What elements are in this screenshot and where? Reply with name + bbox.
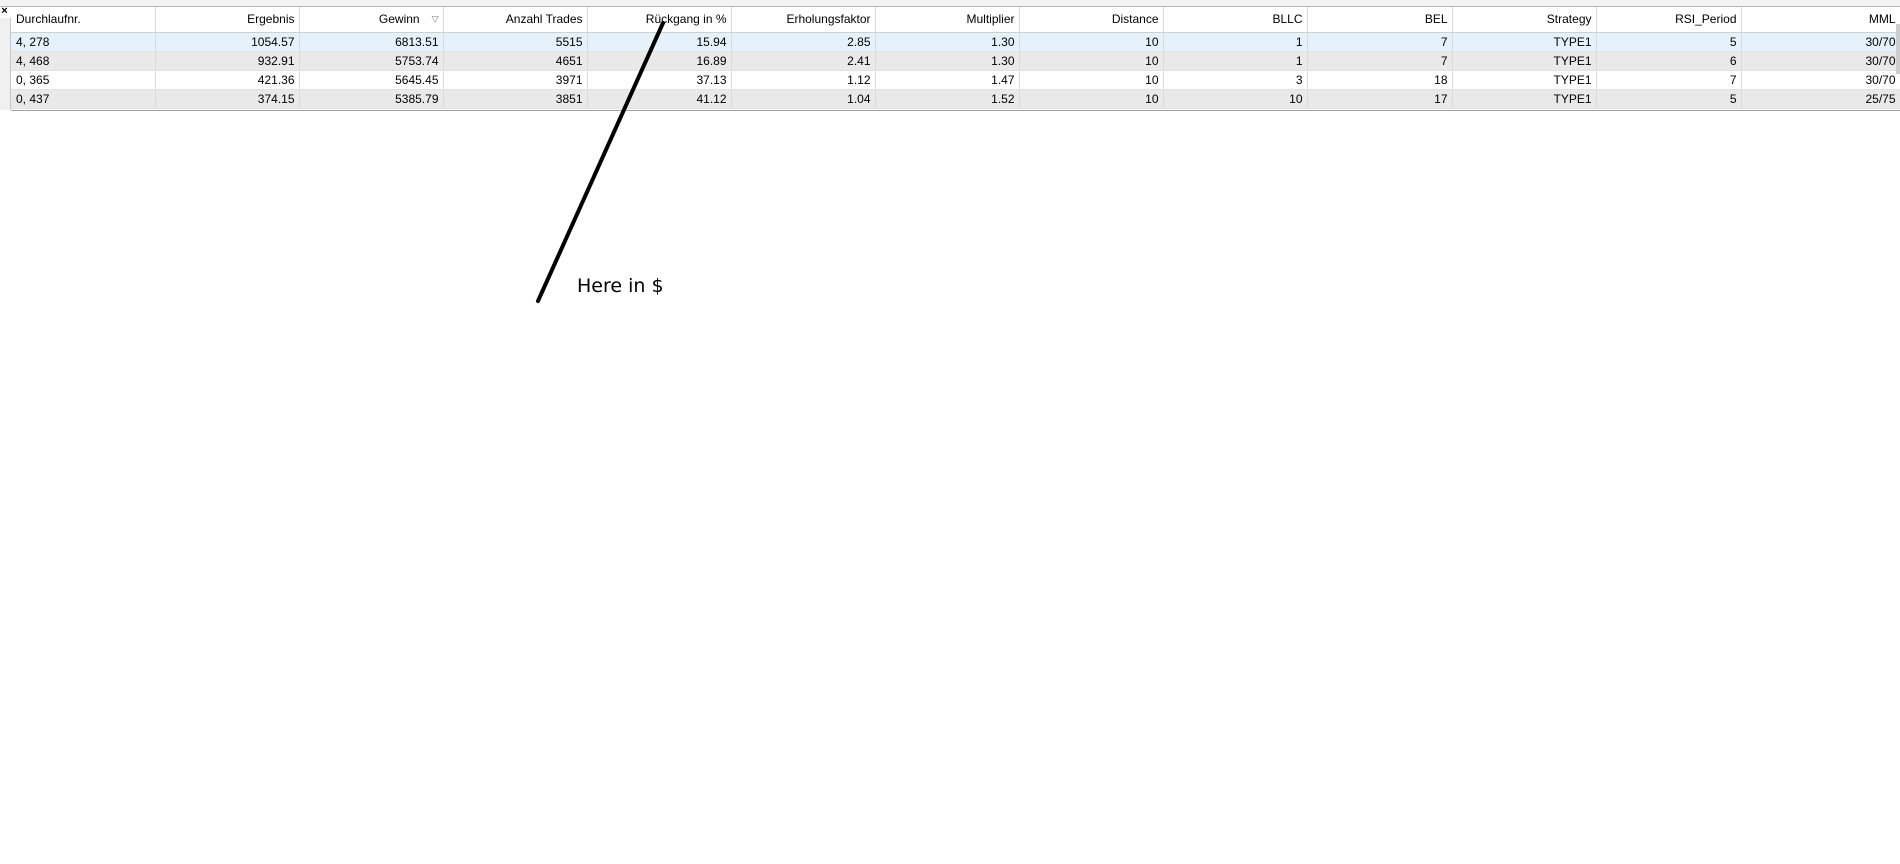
column-header-gewinn[interactable]: Gewinn ▽ — [299, 7, 444, 33]
cell-strategy: TYPE1 — [1452, 89, 1597, 109]
cell-run: 0, 365 — [11, 70, 156, 90]
column-header-label: MML — [1868, 12, 1896, 27]
column-header-bel[interactable]: BEL — [1307, 7, 1453, 33]
column-header-ergebnis[interactable]: Ergebnis — [155, 7, 300, 33]
cell-ergebnis: 932.91 — [155, 51, 300, 71]
column-header-label: RSI_Period — [1675, 12, 1737, 27]
cell-trades: 4651 — [443, 51, 588, 71]
cell-rsi: 6 — [1596, 51, 1742, 71]
cell-distance: 10 — [1019, 32, 1164, 52]
table-row[interactable]: 0, 365 421.36 5645.45 3971 37.13 1.12 1.47 10 3 1… — [11, 70, 1900, 90]
cell-mml: 30/70 — [1741, 32, 1900, 52]
cell-gewinn: 5385.79 — [299, 89, 444, 109]
cell-ergebnis: 421.36 — [155, 70, 300, 90]
cell-run: 4, 278 — [11, 32, 156, 52]
window-top-border — [0, 0, 1900, 7]
column-header-strategy[interactable]: Strategy — [1452, 7, 1597, 33]
left-gutter — [0, 18, 11, 110]
cell-run: 4, 468 — [11, 51, 156, 71]
column-header-multiplier[interactable]: Multiplier — [875, 7, 1020, 33]
cell-multiplier: 1.52 — [875, 89, 1020, 109]
cell-bel: 18 — [1307, 70, 1453, 90]
column-header-trades[interactable]: Anzahl Trades — [443, 7, 588, 33]
cell-trades: 3971 — [443, 70, 588, 90]
cell-multiplier: 1.30 — [875, 32, 1020, 52]
column-header-label: BEL — [1424, 12, 1448, 27]
sort-descending-icon: ▽ — [431, 14, 439, 25]
column-header-label: Erholungsfaktor — [786, 12, 871, 27]
cell-bllc: 10 — [1163, 89, 1308, 109]
column-header-label: Durchlaufnr. — [16, 12, 81, 27]
cell-mml: 30/70 — [1741, 51, 1900, 71]
cell-erholung: 1.04 — [731, 89, 876, 109]
close-icon[interactable]: × — [0, 5, 9, 18]
cell-strategy: TYPE1 — [1452, 70, 1597, 90]
column-header-label: Ergebnis — [247, 12, 295, 27]
column-header-mml[interactable]: MML — [1741, 7, 1900, 33]
column-header-rsi[interactable]: RSI_Period — [1596, 7, 1742, 33]
cell-ergebnis: 1054.57 — [155, 32, 300, 52]
cell-multiplier: 1.47 — [875, 70, 1020, 90]
cell-strategy: TYPE1 — [1452, 51, 1597, 71]
cell-multiplier: 1.30 — [875, 51, 1020, 71]
column-header-distance[interactable]: Distance — [1019, 7, 1164, 33]
column-header-label: Strategy — [1546, 12, 1592, 27]
column-header-label: Anzahl Trades — [505, 12, 583, 27]
cell-erholung: 2.85 — [731, 32, 876, 52]
column-header-run[interactable]: Durchlaufnr. — [11, 7, 156, 33]
vertical-scrollbar[interactable] — [1896, 24, 1900, 74]
cell-trades: 5515 — [443, 32, 588, 52]
cell-rueckgang: 15.94 — [587, 32, 732, 52]
optimization-results-table: Durchlaufnr. Ergebnis Gewinn ▽ Anzahl Trades… — [11, 7, 1900, 109]
table-row[interactable]: 4, 468 932.91 5753.74 4651 16.89 2.41 1.30 10 1 7… — [11, 51, 1900, 71]
annotation-label: Here in $ — [577, 275, 664, 297]
cell-rsi: 7 — [1596, 70, 1742, 90]
cell-distance: 10 — [1019, 89, 1164, 109]
cell-rueckgang: 41.12 — [587, 89, 732, 109]
cell-gewinn: 6813.51 — [299, 32, 444, 52]
cell-bel: 17 — [1307, 89, 1453, 109]
cell-bel: 7 — [1307, 32, 1453, 52]
column-header-rueckgang[interactable]: Rückgang in % — [587, 7, 732, 33]
table-body: 4, 278 1054.57 6813.51 5515 15.94 2.85 1.30 10 1… — [11, 32, 1900, 109]
table-header-row: Durchlaufnr. Ergebnis Gewinn ▽ Anzahl Trades… — [11, 7, 1900, 33]
cell-rsi: 5 — [1596, 89, 1742, 109]
cell-mml: 25/75 — [1741, 89, 1900, 109]
cell-bllc: 3 — [1163, 70, 1308, 90]
column-header-erholung[interactable]: Erholungsfaktor — [731, 7, 876, 33]
cell-bel: 7 — [1307, 51, 1453, 71]
cell-run: 0, 437 — [11, 89, 156, 109]
cell-rueckgang: 37.13 — [587, 70, 732, 90]
column-header-label: Distance — [1111, 12, 1159, 27]
cell-bllc: 1 — [1163, 51, 1308, 71]
column-header-bllc[interactable]: BLLC — [1163, 7, 1308, 33]
cell-bllc: 1 — [1163, 32, 1308, 52]
column-header-label: Gewinn — [378, 12, 420, 27]
cell-erholung: 1.12 — [731, 70, 876, 90]
cell-ergebnis: 374.15 — [155, 89, 300, 109]
cell-distance: 10 — [1019, 70, 1164, 90]
column-header-label: BLLC — [1272, 12, 1303, 27]
cell-gewinn: 5753.74 — [299, 51, 444, 71]
table-row[interactable]: 0, 437 374.15 5385.79 3851 41.12 1.04 1.52 10 10… — [11, 89, 1900, 109]
optimization-results-table-container: Durchlaufnr. Ergebnis Gewinn ▽ Anzahl Trades… — [11, 7, 1900, 111]
cell-distance: 10 — [1019, 51, 1164, 71]
annotation-arrow-line — [536, 21, 665, 303]
cell-mml: 30/70 — [1741, 70, 1900, 90]
cell-rueckgang: 16.89 — [587, 51, 732, 71]
screenshot-root: × Durchlaufnr. Ergebnis Gewinn ▽ Anzahl Trad… — [0, 0, 1900, 864]
column-header-label: Multiplier — [966, 12, 1015, 27]
cell-erholung: 2.41 — [731, 51, 876, 71]
cell-gewinn: 5645.45 — [299, 70, 444, 90]
cell-rsi: 5 — [1596, 32, 1742, 52]
table-row[interactable]: 4, 278 1054.57 6813.51 5515 15.94 2.85 1.30 10 1… — [11, 32, 1900, 52]
cell-strategy: TYPE1 — [1452, 32, 1597, 52]
column-header-label: Rückgang in % — [645, 12, 727, 27]
cell-trades: 3851 — [443, 89, 588, 109]
